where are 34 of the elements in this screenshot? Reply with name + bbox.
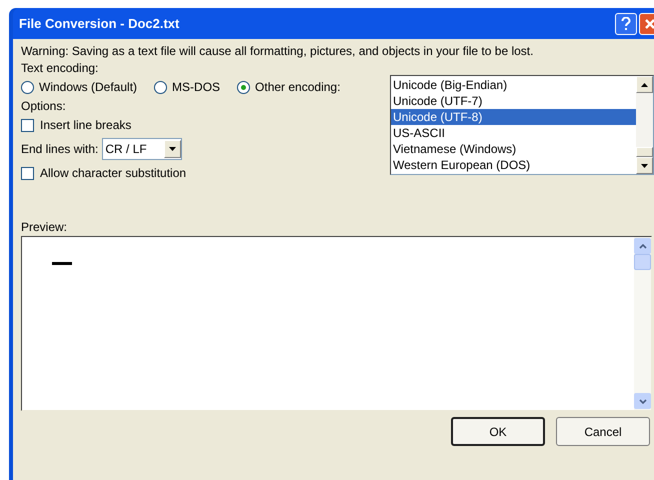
help-icon bbox=[621, 16, 631, 30]
close-icon bbox=[644, 18, 654, 30]
section-label: Options: bbox=[21, 98, 67, 115]
checkbox-label: Insert line breaks bbox=[40, 117, 132, 134]
warning-text: Warning: Saving as a text file will cause all formatting, pictures, and objects in your file to be lost. bbox=[21, 43, 534, 60]
help-button[interactable] bbox=[615, 12, 637, 34]
radio-label: Other encoding: bbox=[255, 79, 340, 96]
window-title: File Conversion - Doc2.txt bbox=[19, 14, 180, 33]
encoding-list-item[interactable]: Unicode (UTF-8) bbox=[391, 109, 636, 125]
radio-label: MS-DOS bbox=[172, 79, 220, 96]
radio-button[interactable] bbox=[21, 80, 34, 94]
radio-button[interactable] bbox=[237, 80, 250, 94]
checkbox[interactable] bbox=[21, 166, 34, 180]
list-scrollbar[interactable] bbox=[636, 76, 653, 174]
encoding-list-item[interactable]: Western European (DOS) bbox=[391, 157, 636, 173]
encoding-list-item[interactable]: Unicode (Big-Endian) bbox=[391, 77, 636, 93]
radio-button[interactable] bbox=[154, 80, 168, 94]
preview-scrollbar[interactable] bbox=[634, 237, 651, 410]
section-label: Preview: bbox=[21, 219, 68, 236]
scroll-thumb[interactable] bbox=[634, 254, 651, 270]
encoding-list-item[interactable]: US-ASCII bbox=[391, 125, 636, 141]
encoding-list-item[interactable]: Unicode (UTF-7) bbox=[391, 93, 636, 109]
ok-button[interactable]: OK bbox=[451, 417, 545, 446]
scroll-up-icon[interactable] bbox=[636, 76, 653, 93]
field-label: End lines with: bbox=[21, 141, 98, 158]
scroll-down-icon[interactable] bbox=[636, 157, 653, 174]
checkbox-label: Allow character substitution bbox=[40, 165, 186, 182]
text-cursor-icon bbox=[52, 262, 72, 265]
encoding-list-item[interactable]: Vietnamese (Windows) bbox=[391, 141, 636, 157]
checkbox[interactable] bbox=[21, 118, 34, 132]
radio-label: Windows (Default) bbox=[39, 79, 138, 96]
cancel-button[interactable]: Cancel bbox=[556, 417, 650, 446]
line-ending-dropdown[interactable]: CR / LF bbox=[102, 138, 182, 160]
section-label: Text encoding: bbox=[21, 60, 100, 77]
